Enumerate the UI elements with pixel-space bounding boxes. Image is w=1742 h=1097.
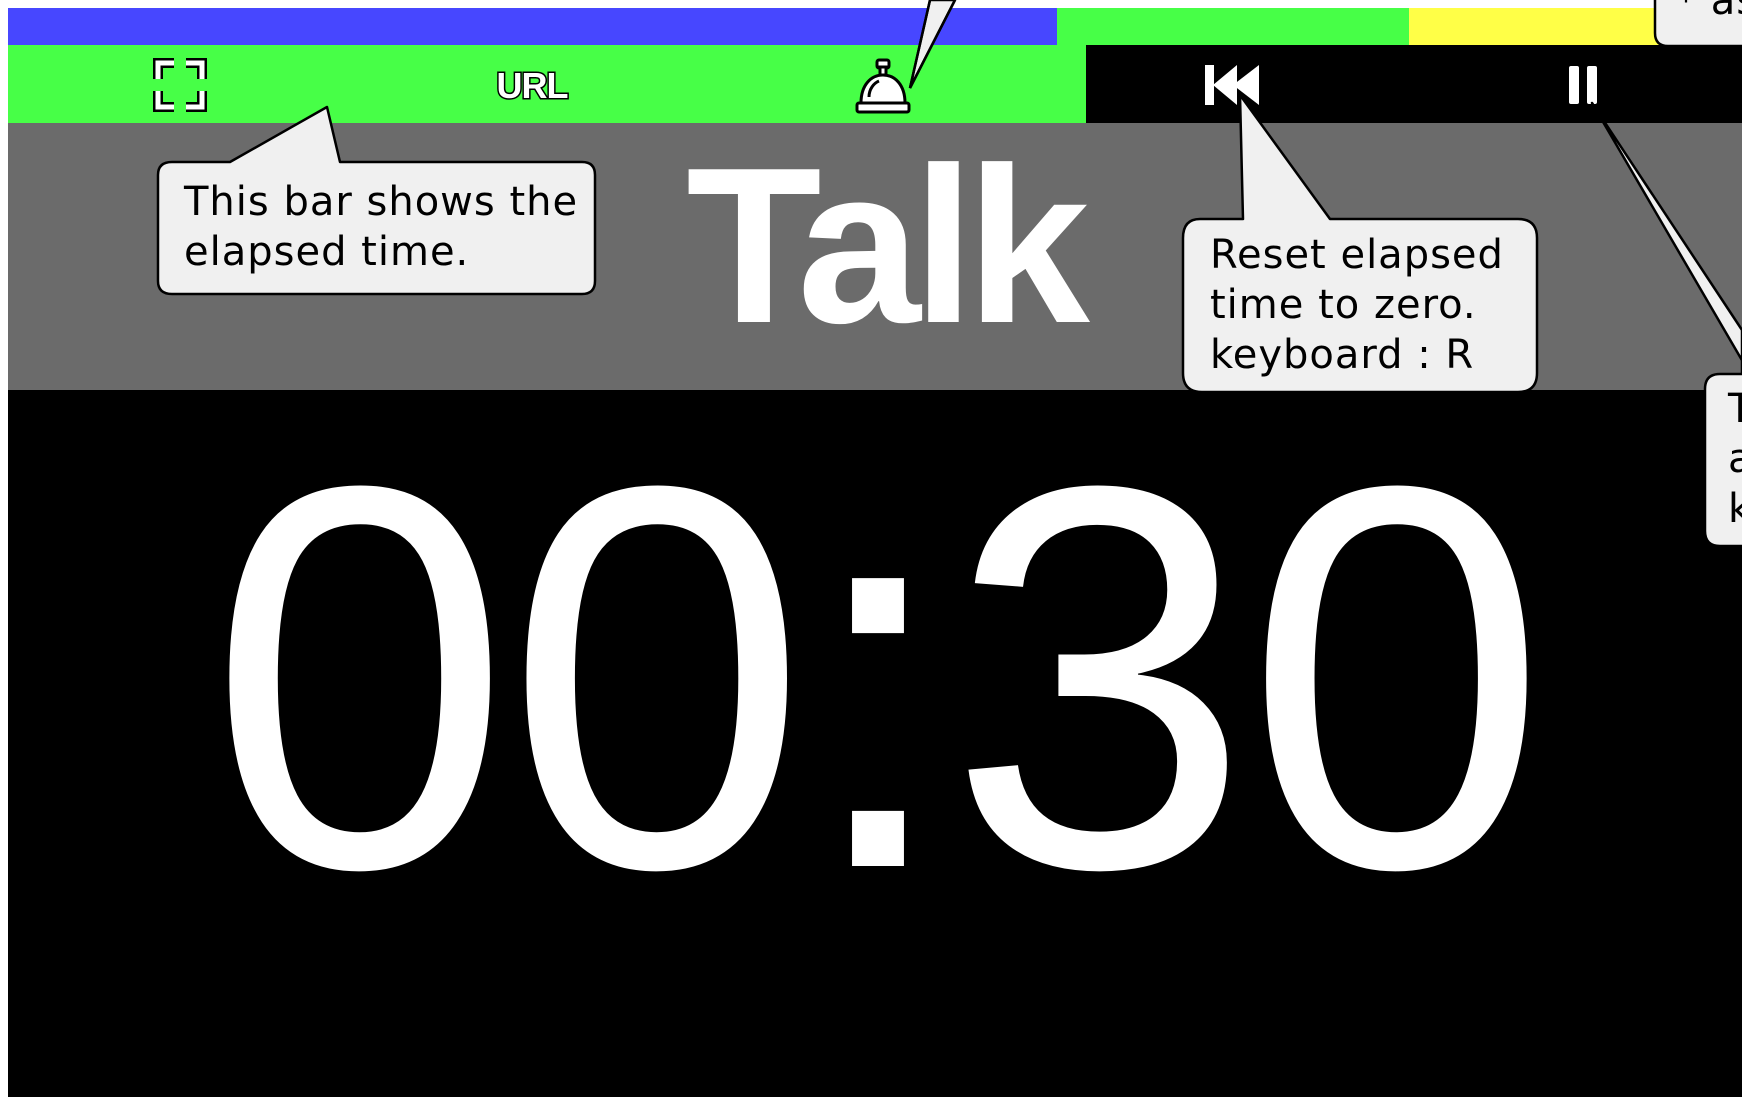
pause-callout-text: T a k [1728, 386, 1742, 532]
